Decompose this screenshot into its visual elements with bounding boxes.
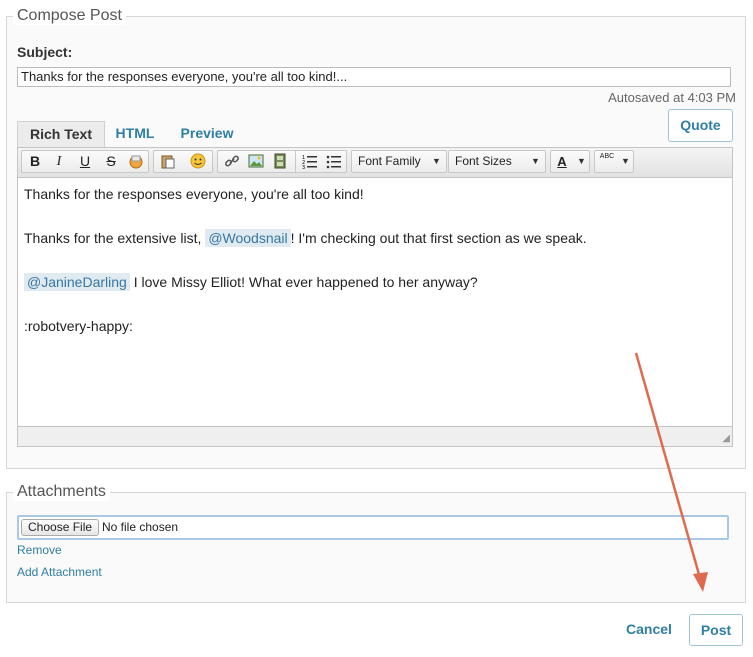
attachments-legend: Attachments xyxy=(13,483,110,501)
post-button[interactable]: Post xyxy=(689,614,743,646)
quote-button[interactable]: Quote xyxy=(668,109,733,142)
tab-preview[interactable]: Preview xyxy=(171,121,243,147)
paste-icon[interactable] xyxy=(158,151,178,172)
strikethrough-button[interactable]: S xyxy=(102,151,120,172)
numbered-list-icon[interactable]: 123 xyxy=(300,151,320,172)
spellcheck-caret-icon: ▼ xyxy=(621,156,630,166)
media-icon[interactable] xyxy=(270,151,290,172)
remove-link[interactable]: Remove xyxy=(17,543,62,557)
tab-html[interactable]: HTML xyxy=(109,121,161,147)
content-line-4: :robotvery-happy: xyxy=(24,318,133,334)
text-color-label: A xyxy=(557,154,567,169)
content-line-2-prefix: Thanks for the extensive list, xyxy=(24,230,206,246)
add-attachment-link[interactable]: Add Attachment xyxy=(17,565,102,579)
rich-text-editor: B I U S 123 Font Family ▼ Font Sizes ▼ A… xyxy=(17,147,733,447)
content-line-3-suffix: I love Missy Elliot! What ever happened … xyxy=(129,274,478,290)
text-color-caret-icon: ▼ xyxy=(577,156,586,166)
underline-button[interactable]: U xyxy=(76,151,94,172)
font-family-caret-icon: ▼ xyxy=(432,156,441,166)
subject-label: Subject: xyxy=(17,44,73,60)
link-icon[interactable] xyxy=(222,151,242,172)
font-sizes-label: Font Sizes xyxy=(455,154,512,168)
subject-input[interactable]: Thanks for the responses everyone, you'r… xyxy=(17,67,731,87)
font-sizes-caret-icon: ▼ xyxy=(531,156,540,166)
emoticon-icon[interactable] xyxy=(188,151,208,172)
file-status: No file chosen xyxy=(102,520,179,534)
mention-woodsnail[interactable]: @Woodsnail xyxy=(205,229,291,247)
clear-format-icon[interactable] xyxy=(126,151,146,172)
svg-text:3: 3 xyxy=(302,165,305,169)
editor-toolbar: B I U S 123 Font Family ▼ Font Sizes ▼ A… xyxy=(18,148,732,178)
autosave-status: Autosaved at 4:03 PM xyxy=(608,90,736,105)
image-icon[interactable] xyxy=(246,151,266,172)
font-family-label: Font Family xyxy=(358,154,421,168)
mention-janinedarling[interactable]: @JanineDarling xyxy=(24,273,130,291)
resize-grip-icon[interactable]: ◢ xyxy=(722,433,730,444)
content-line-2-suffix: ! I'm checking out that first section as… xyxy=(290,230,587,246)
file-input[interactable]: Choose File No file chosen xyxy=(17,515,729,540)
content-line-2: Thanks for the extensive list, @Woodsnai… xyxy=(24,229,587,247)
choose-file-button[interactable]: Choose File xyxy=(21,519,100,536)
content-line-1: Thanks for the responses everyone, you'r… xyxy=(24,186,364,202)
editor-statusbar: ◢ xyxy=(18,426,732,446)
compose-legend: Compose Post xyxy=(13,7,126,25)
bold-button[interactable]: B xyxy=(26,151,44,172)
italic-button[interactable]: I xyxy=(50,151,68,172)
attachments-panel xyxy=(6,492,746,603)
editor-content[interactable]: Thanks for the responses everyone, you'r… xyxy=(18,178,732,426)
bullet-list-icon[interactable] xyxy=(324,151,344,172)
tab-rich-text[interactable]: Rich Text xyxy=(17,121,105,147)
spellcheck-label: ABC xyxy=(599,153,615,160)
content-line-3: @JanineDarling I love Missy Elliot! What… xyxy=(24,273,478,291)
cancel-link[interactable]: Cancel xyxy=(626,621,672,637)
